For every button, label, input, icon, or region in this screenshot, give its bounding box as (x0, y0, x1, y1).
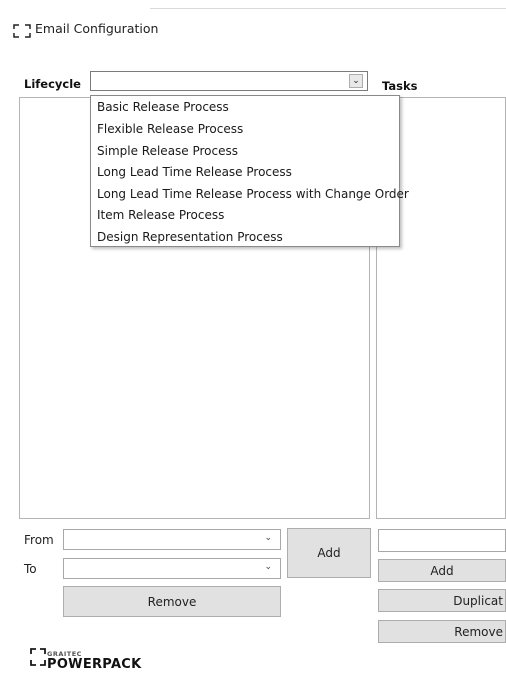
lifecycle-select[interactable] (90, 71, 368, 91)
lifecycle-option[interactable]: Item Release Process (97, 208, 224, 222)
chevron-down-icon: ⌄ (264, 533, 272, 543)
lifecycle-option[interactable]: Long Lead Time Release Process (97, 165, 292, 179)
chevron-down-icon: ⌄ (264, 562, 272, 572)
from-label: From (24, 533, 54, 547)
lifecycle-option[interactable]: Flexible Release Process (97, 122, 243, 136)
tasks-label: Tasks (382, 79, 418, 93)
lifecycle-option[interactable]: Simple Release Process (97, 144, 238, 158)
to-label: To (24, 562, 37, 576)
graitec-logo-icon (30, 648, 46, 668)
duplicate-task-button[interactable]: Duplicat (378, 589, 506, 612)
task-name-input[interactable] (378, 529, 506, 552)
title-divider (150, 8, 506, 9)
lifecycle-dropdown-list[interactable]: Basic Release Process Flexible Release P… (90, 95, 409, 247)
window-title: Email Configuration (35, 21, 159, 36)
add-task-button[interactable]: Add (378, 559, 506, 582)
remove-transition-button[interactable]: Remove (63, 586, 281, 617)
lifecycle-option[interactable]: Basic Release Process (97, 100, 229, 114)
add-transition-button[interactable]: Add (287, 528, 371, 578)
to-select[interactable]: ⌄ (63, 558, 281, 579)
lifecycle-label: Lifecycle (24, 77, 81, 91)
bracket-frame-icon (13, 23, 31, 38)
lifecycle-option[interactable]: Long Lead Time Release Process with Chan… (97, 187, 409, 201)
lifecycle-option[interactable]: Design Representation Process (97, 230, 283, 244)
brand-product: POWERPACK (47, 657, 142, 672)
from-select[interactable]: ⌄ (63, 529, 281, 550)
remove-task-button[interactable]: Remove (378, 620, 506, 643)
chevron-down-icon[interactable]: ⌄ (349, 74, 363, 88)
